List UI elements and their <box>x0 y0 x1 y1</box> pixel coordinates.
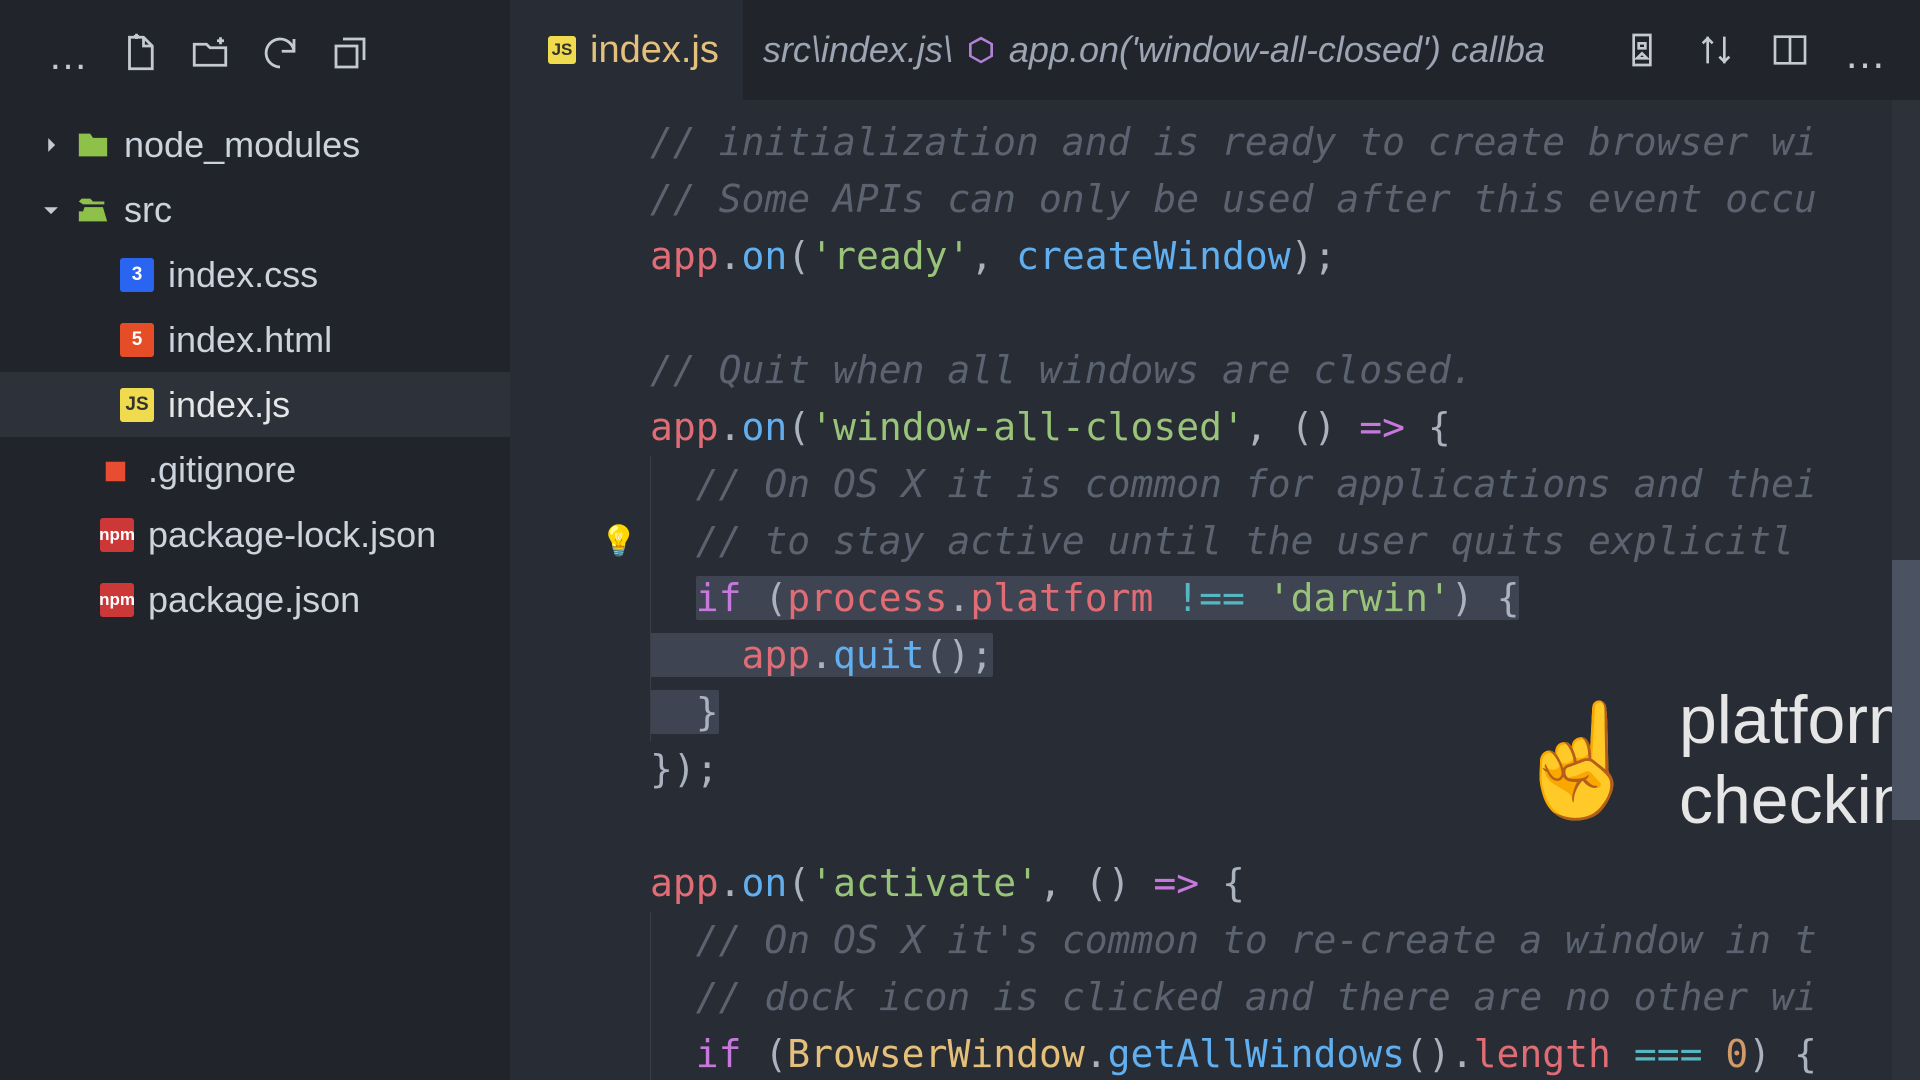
npm-file-icon: npm <box>100 583 134 617</box>
file-tree: node_modules src 3 index.css 5 index.htm… <box>0 106 510 638</box>
tree-file-package-lock[interactable]: npm package-lock.json <box>0 502 510 567</box>
code-line: app.quit(); <box>510 627 1920 684</box>
collapse-all-icon[interactable] <box>329 32 371 74</box>
more-actions-icon[interactable]: … <box>1844 30 1884 70</box>
minimap[interactable] <box>1892 100 1920 1080</box>
tab-bar: JS index.js src\index.js\ app.on('window… <box>510 0 1920 100</box>
html-file-icon: 5 <box>120 323 154 357</box>
minimap-thumb[interactable] <box>1892 560 1920 820</box>
more-icon[interactable]: … <box>48 30 91 76</box>
sidebar: … node_modules src 3 index.css 5 <box>0 0 510 1080</box>
new-folder-icon[interactable] <box>189 32 231 74</box>
breadcrumb[interactable]: src\index.js\ app.on('window-all-closed'… <box>743 29 1604 71</box>
tab-actions: … <box>1604 30 1902 70</box>
code-comment: // dock icon is clicked and there are no… <box>696 975 1817 1019</box>
code-line-highlighted: if (process.platform !== 'darwin') { <box>510 570 1920 627</box>
tree-file-index-html[interactable]: 5 index.html <box>0 307 510 372</box>
new-file-icon[interactable] <box>119 32 161 74</box>
js-file-icon: JS <box>120 388 154 422</box>
compare-icon[interactable] <box>1696 30 1736 70</box>
tree-label: package.json <box>148 579 360 621</box>
tree-file-package-json[interactable]: npm package.json <box>0 567 510 632</box>
breadcrumb-symbol: app.on('window-all-closed') callba <box>1009 29 1545 71</box>
run-settings-icon[interactable] <box>1622 30 1662 70</box>
tree-file-index-css[interactable]: 3 index.css <box>0 242 510 307</box>
chevron-right-icon <box>40 134 62 156</box>
tree-folder-src[interactable]: src <box>0 177 510 242</box>
breadcrumb-path: src\index.js\ <box>763 29 953 71</box>
code-line: if (BrowserWindow.getAllWindows().length… <box>510 1026 1920 1080</box>
code-comment <box>650 462 696 506</box>
annotation-overlay: ☝️ platform checking <box>1510 680 1920 840</box>
folder-open-icon <box>76 193 110 227</box>
code-line: app.on('ready', createWindow); <box>510 228 1920 285</box>
editor-panel: JS index.js src\index.js\ app.on('window… <box>510 0 1920 1080</box>
code-editor[interactable]: // initialization and is ready to create… <box>510 100 1920 1080</box>
tree-label: index.css <box>168 254 318 296</box>
css-file-icon: 3 <box>120 258 154 292</box>
tab-title: index.js <box>590 29 719 72</box>
tree-label: node_modules <box>124 124 360 166</box>
tree-file-index-js[interactable]: JS index.js <box>0 372 510 437</box>
tree-folder-node-modules[interactable]: node_modules <box>0 112 510 177</box>
npm-file-icon: npm <box>100 518 134 552</box>
method-icon <box>965 34 997 66</box>
sidebar-toolbar: … <box>0 0 510 106</box>
tree-label: package-lock.json <box>148 514 436 556</box>
code-line: app.on('activate', () => { <box>510 855 1920 912</box>
folder-icon <box>76 128 110 162</box>
code-comment: // On OS X it's common to re-create a wi… <box>696 918 1817 962</box>
split-editor-icon[interactable] <box>1770 30 1810 70</box>
lightbulb-icon[interactable]: 💡 <box>600 513 637 570</box>
tree-label: index.js <box>168 384 290 426</box>
chevron-down-icon <box>40 199 62 221</box>
code-comment: // Quit when all windows are closed. <box>650 348 1474 392</box>
code-line: app.on('window-all-closed', () => { <box>510 399 1920 456</box>
refresh-icon[interactable] <box>259 32 301 74</box>
code-comment: // initialization and is ready to create… <box>650 120 1817 164</box>
tab-index-js[interactable]: JS index.js <box>510 0 743 100</box>
pointing-up-icon: ☝️ <box>1510 732 1647 789</box>
tree-label: index.html <box>168 319 332 361</box>
js-file-icon: JS <box>548 36 576 64</box>
git-file-icon: ◆ <box>93 445 141 493</box>
tree-file-gitignore[interactable]: ◆ .gitignore <box>0 437 510 502</box>
annotation-text: platform checking <box>1679 680 1920 840</box>
code-comment: // to stay active until the user quits e… <box>696 519 1794 563</box>
tree-label: .gitignore <box>148 449 296 491</box>
tree-label: src <box>124 189 172 231</box>
code-comment: // Some APIs can only be used after this… <box>650 177 1817 221</box>
